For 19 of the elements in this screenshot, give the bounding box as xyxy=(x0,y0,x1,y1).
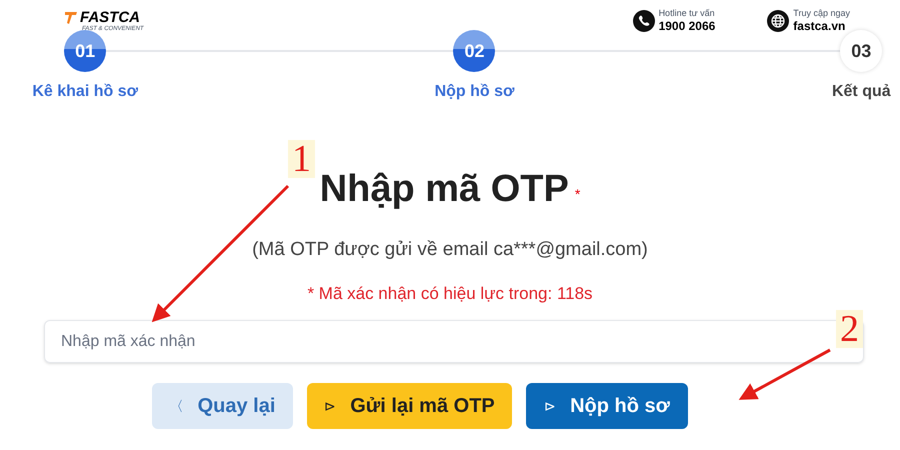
logo-icon xyxy=(64,10,78,24)
logo-text: FASTCA xyxy=(80,10,140,25)
step-label: Kết quả xyxy=(832,82,891,102)
step-label: Nộp hồ sơ xyxy=(434,82,514,102)
phone-icon xyxy=(632,10,655,32)
page-title: Nhập mã OTP xyxy=(320,170,569,208)
globe-icon xyxy=(767,10,790,32)
timer-note: * Mã xác nhận có hiệu lực trong: 118s xyxy=(307,282,593,304)
email-note: (Mã OTP được gửi về email ca***@gmail.com) xyxy=(252,238,648,262)
required-mark: * xyxy=(574,185,580,204)
contact-label: Hotline tư vấn xyxy=(658,8,716,20)
step-label: Kê khai hồ sơ xyxy=(32,82,138,102)
step-number-annotation: 2 xyxy=(836,310,863,348)
back-button[interactable]: 〈 Quay lại xyxy=(152,383,293,429)
submit-button[interactable]: ⊳ Nộp hồ sơ xyxy=(526,383,688,429)
step-number-annotation: 1 xyxy=(288,140,315,178)
resend-otp-button[interactable]: ⊳ Gửi lại mã OTP xyxy=(307,383,512,429)
contact-label: Truy cập ngay xyxy=(793,8,850,20)
contact-value: 1900 2066 xyxy=(658,19,716,34)
